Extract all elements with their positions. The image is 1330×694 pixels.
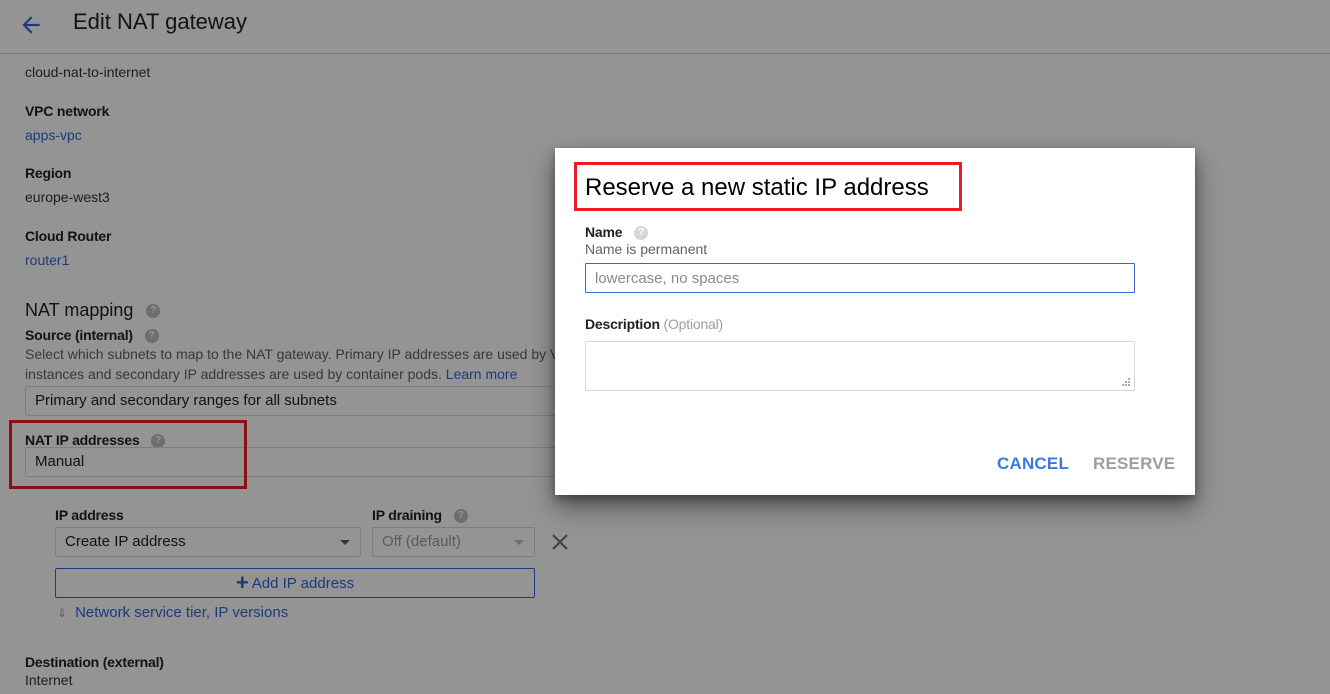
reserve-ip-dialog: Reserve a new static IP address Name ? N… (555, 148, 1195, 495)
help-icon[interactable]: ? (634, 226, 649, 241)
resize-handle-icon[interactable] (1121, 377, 1131, 387)
name-input[interactable] (585, 263, 1135, 293)
dialog-title: Reserve a new static IP address (585, 174, 929, 201)
name-label: Name (585, 224, 623, 240)
name-sub-label: Name is permanent (585, 241, 708, 257)
description-textarea[interactable] (585, 341, 1135, 391)
description-label: Description (585, 316, 660, 332)
description-label-row: Description (Optional) (585, 316, 723, 332)
name-label-row: Name ? (585, 224, 649, 241)
optional-tag: (Optional) (663, 316, 724, 332)
reserve-button[interactable]: RESERVE (1093, 454, 1175, 474)
cancel-button[interactable]: CANCEL (997, 454, 1069, 474)
